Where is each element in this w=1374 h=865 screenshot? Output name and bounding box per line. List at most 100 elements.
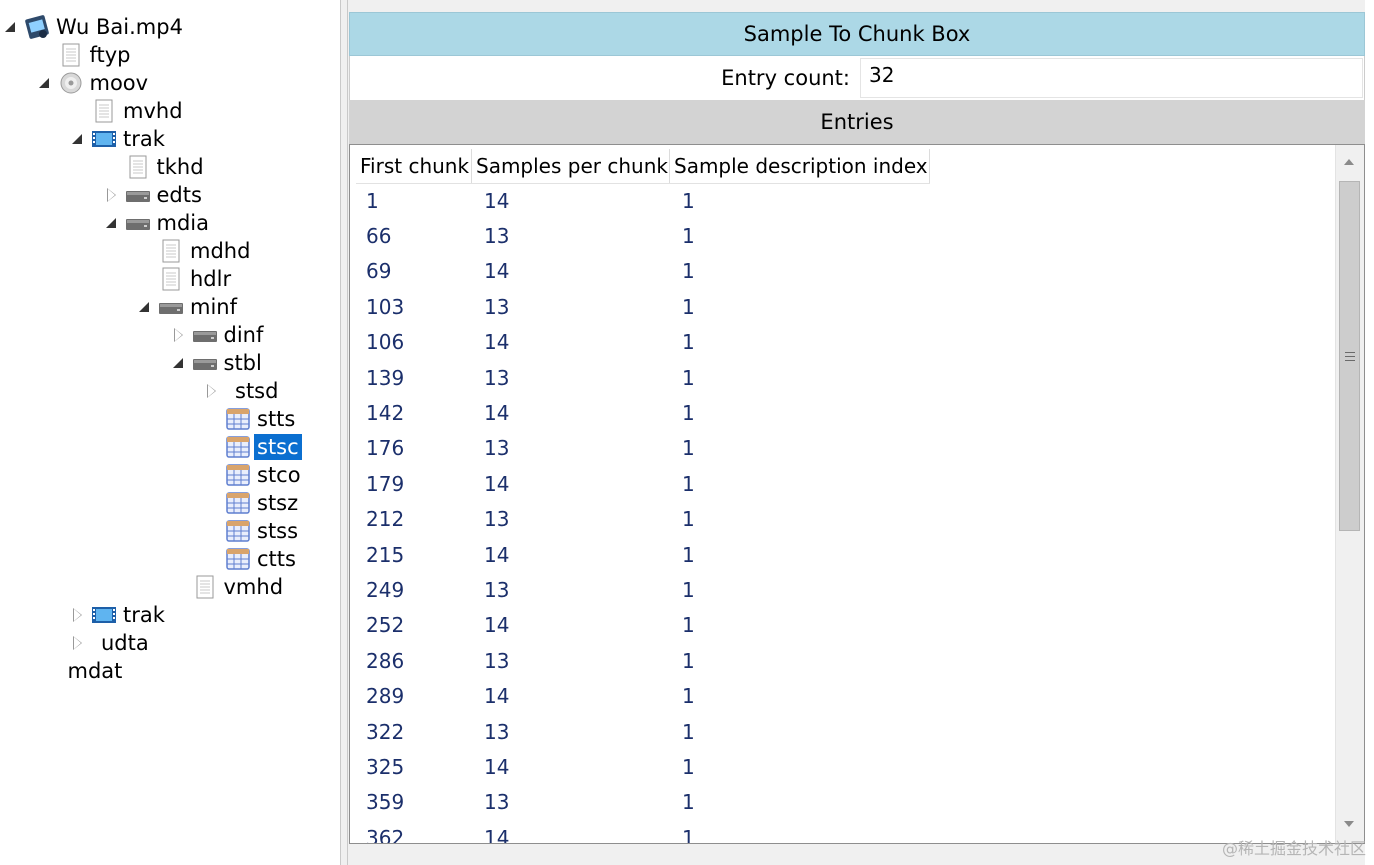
sample-description-index-cell: 1 [682, 684, 695, 709]
tree-node-minf[interactable]: minf [138, 293, 240, 321]
tree-node-label: edts [156, 183, 202, 207]
tree-node-wu-bai-mp4[interactable]: Wu Bai.mp4 [4, 13, 186, 41]
column-header-sample-description-index[interactable]: Sample description index [670, 149, 930, 183]
table-row[interactable]: 179 14 1 [356, 466, 1326, 501]
samples-per-chunk-cell: 13 [484, 436, 510, 461]
box-tree[interactable]: Wu Bai.mp4 ftyp moov mvhd trak tkhd edts mdia md… [0, 0, 340, 865]
table-row[interactable]: 139 13 1 [356, 360, 1326, 395]
expanded-arrow-icon[interactable] [138, 300, 152, 314]
tree-node-stsd[interactable]: stsd [205, 377, 281, 405]
tree-node-trak[interactable]: trak [71, 601, 168, 629]
first-chunk-cell: 252 [366, 613, 405, 638]
table-row[interactable]: 249 13 1 [356, 572, 1326, 607]
tree-node-mdhd[interactable]: mdhd [138, 237, 253, 265]
sample-description-index-cell: 1 [682, 401, 695, 426]
table-row[interactable]: 322 13 1 [356, 714, 1326, 749]
vertical-scrollbar[interactable] [1335, 145, 1364, 843]
document-icon [192, 574, 218, 600]
tree-node-label: minf [190, 295, 237, 319]
drive-icon [192, 350, 218, 376]
tree-node-stbl[interactable]: stbl [172, 349, 265, 377]
samples-per-chunk-cell: 13 [484, 577, 510, 602]
table-row[interactable]: 66 13 1 [356, 218, 1326, 253]
tree-node-label: dinf [223, 323, 264, 347]
first-chunk-cell: 286 [366, 648, 405, 673]
entries-grid[interactable]: First chunk Samples per chunk Sample des… [349, 144, 1365, 844]
expanded-arrow-icon[interactable] [38, 76, 52, 90]
tree-node-label: Wu Bai.mp4 [56, 15, 183, 39]
sample-description-index-cell: 1 [682, 542, 695, 567]
first-chunk-cell: 325 [366, 754, 405, 779]
expanded-arrow-icon[interactable] [172, 356, 186, 370]
tree-node-stts[interactable]: stts [205, 405, 298, 433]
expanded-arrow-icon[interactable] [105, 216, 119, 230]
tree-node-tkhd[interactable]: tkhd [105, 153, 207, 181]
samples-per-chunk-cell: 14 [484, 471, 510, 496]
document-icon [158, 238, 184, 264]
sample-description-index-cell: 1 [682, 577, 695, 602]
collapsed-arrow-icon[interactable] [172, 328, 186, 342]
scroll-up-arrow-icon[interactable] [1344, 159, 1354, 165]
tree-node-edts[interactable]: edts [105, 181, 205, 209]
tree-node-moov[interactable]: moov [38, 69, 152, 97]
collapsed-arrow-icon[interactable] [71, 608, 85, 622]
tree-node-label: mvhd [123, 99, 183, 123]
collapsed-arrow-icon[interactable] [71, 636, 85, 650]
tree-node-label: trak [123, 603, 165, 627]
table-row[interactable]: 289 14 1 [356, 678, 1326, 713]
tree-node-mdat[interactable]: mdat [38, 657, 126, 685]
tree-node-dinf[interactable]: dinf [172, 321, 267, 349]
expanded-arrow-icon[interactable] [4, 20, 18, 34]
tree-node-label: stsz [257, 491, 299, 515]
scroll-down-arrow-icon[interactable] [1344, 821, 1354, 827]
document-icon [125, 154, 151, 180]
table-row[interactable]: 215 14 1 [356, 537, 1326, 572]
table-row[interactable]: 359 13 1 [356, 785, 1326, 820]
column-header-first-chunk[interactable]: First chunk [356, 149, 472, 183]
table-row[interactable]: 142 14 1 [356, 395, 1326, 430]
pane-splitter[interactable] [340, 0, 348, 865]
tree-node-mdia[interactable]: mdia [105, 209, 213, 237]
detail-pane: Sample To Chunk Box Entry count: 32 Entr… [348, 0, 1374, 865]
tree-node-trak[interactable]: trak [71, 125, 168, 153]
tree-node-label: stco [257, 463, 301, 487]
collapsed-arrow-icon[interactable] [105, 188, 119, 202]
column-header-samples-per-chunk[interactable]: Samples per chunk [472, 149, 670, 183]
media-file-icon [24, 14, 50, 40]
table-row[interactable]: 69 14 1 [356, 254, 1326, 289]
drive-icon [158, 294, 184, 320]
table-row[interactable]: 252 14 1 [356, 608, 1326, 643]
expanded-arrow-icon[interactable] [71, 132, 85, 146]
drive-icon [125, 182, 151, 208]
table-row[interactable]: 1 14 1 [356, 183, 1326, 218]
tree-node-ftyp[interactable]: ftyp [38, 41, 134, 69]
table-row[interactable]: 286 13 1 [356, 643, 1326, 678]
tree-node-stco[interactable]: stco [205, 461, 304, 489]
no-icon [91, 630, 95, 656]
tree-node-ctts[interactable]: ctts [205, 545, 299, 573]
tree-node-stss[interactable]: stss [205, 517, 301, 545]
tree-node-vmhd[interactable]: vmhd [172, 573, 287, 601]
tree-node-stsc[interactable]: stsc [205, 433, 302, 461]
grid-header: First chunk Samples per chunk Sample des… [356, 149, 930, 184]
tree-node-mvhd[interactable]: mvhd [71, 97, 186, 125]
scroll-thumb[interactable] [1339, 181, 1360, 531]
table-row[interactable]: 325 14 1 [356, 749, 1326, 784]
table-row[interactable]: 212 13 1 [356, 502, 1326, 537]
tree-node-hdlr[interactable]: hdlr [138, 265, 234, 293]
entry-count-field[interactable]: 32 [860, 58, 1363, 98]
collapsed-arrow-icon[interactable] [205, 384, 219, 398]
sample-description-index-cell: 1 [682, 825, 695, 844]
table-row[interactable]: 103 13 1 [356, 289, 1326, 324]
tree-node-label: tkhd [156, 155, 204, 179]
tree-node-label: ctts [257, 547, 296, 571]
samples-per-chunk-cell: 14 [484, 188, 510, 213]
table-row[interactable]: 106 14 1 [356, 325, 1326, 360]
tree-node-stsz[interactable]: stsz [205, 489, 301, 517]
table-row[interactable]: 176 13 1 [356, 431, 1326, 466]
samples-per-chunk-cell: 13 [484, 507, 510, 532]
table-row[interactable]: 362 14 1 [356, 820, 1326, 844]
samples-per-chunk-cell: 13 [484, 719, 510, 744]
first-chunk-cell: 66 [366, 224, 392, 249]
tree-node-udta[interactable]: udta [71, 629, 152, 657]
